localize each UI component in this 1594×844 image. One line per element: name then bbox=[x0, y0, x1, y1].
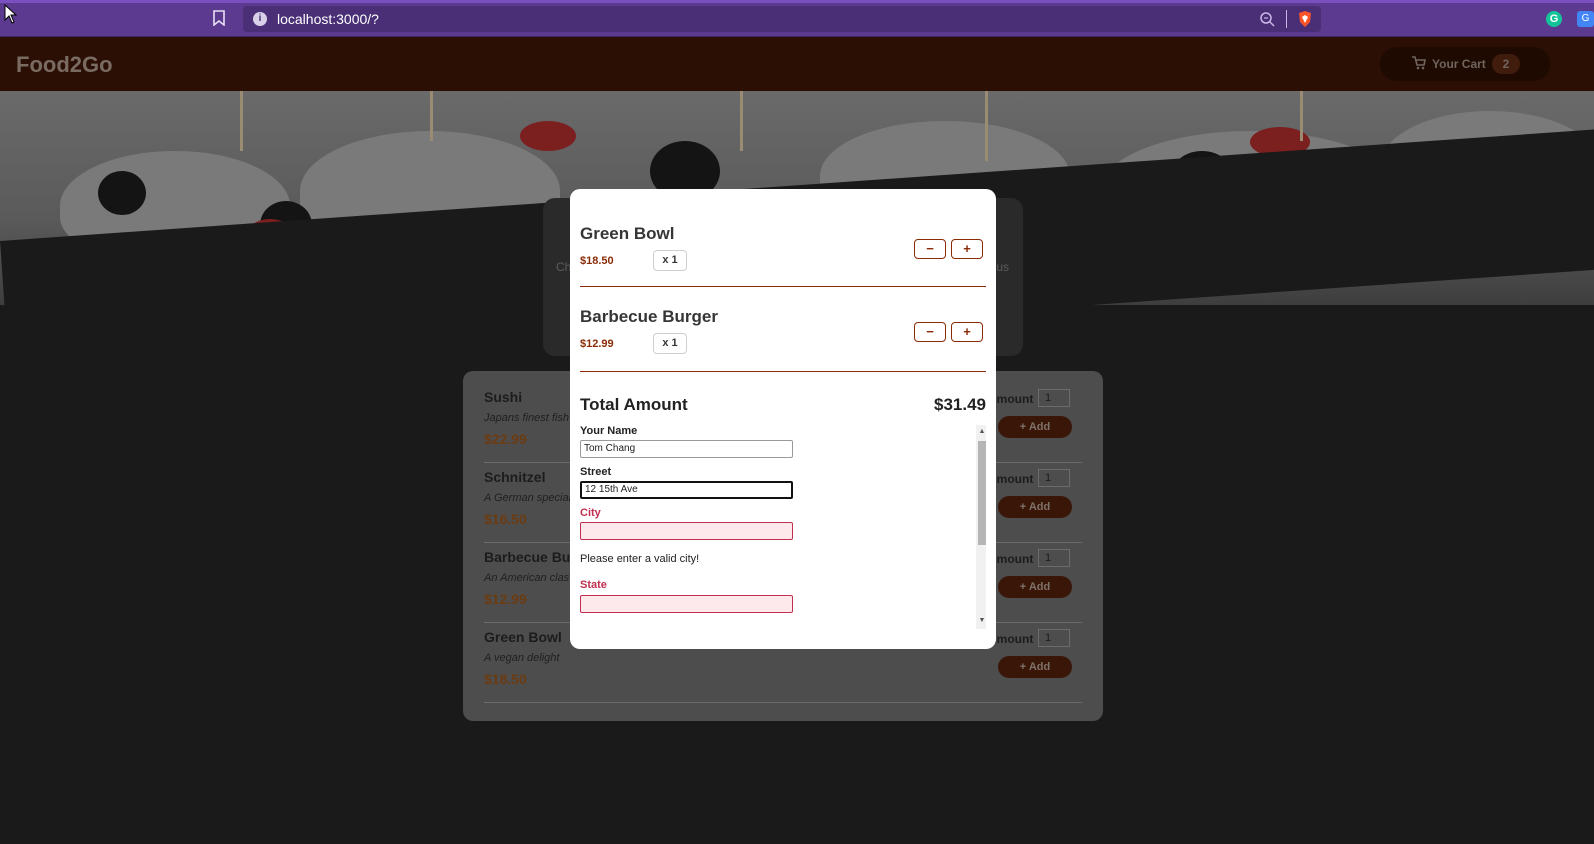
cart-item-price: $12.99 bbox=[580, 338, 614, 350]
form-scrollbar[interactable]: ▲ ▼ bbox=[976, 425, 986, 629]
cart-item-price: $18.50 bbox=[580, 255, 614, 267]
meal-description: A vegan delight bbox=[484, 652, 560, 664]
scroll-up-arrow-icon[interactable]: ▲ bbox=[978, 428, 986, 436]
add-button[interactable]: + Add bbox=[998, 496, 1072, 518]
cart-item-quantity: x 1 bbox=[653, 333, 687, 354]
scroll-down-arrow-icon[interactable]: ▼ bbox=[978, 617, 986, 625]
mouse-cursor-icon bbox=[4, 4, 18, 24]
increase-button[interactable]: + bbox=[951, 322, 983, 342]
hero-toothpick bbox=[240, 91, 243, 151]
name-field[interactable]: Tom Chang bbox=[580, 440, 793, 458]
street-label: Street bbox=[580, 466, 612, 478]
cart-item-quantity: x 1 bbox=[653, 250, 687, 271]
meal-name: Schnitzel bbox=[484, 469, 546, 485]
site-info-icon[interactable]: i bbox=[253, 12, 267, 26]
grammarly-extension-icon[interactable]: G bbox=[1546, 11, 1562, 27]
cart-button[interactable]: Your Cart 2 bbox=[1380, 47, 1550, 81]
cart-item-name: Green Bowl bbox=[580, 224, 675, 243]
amount-input[interactable]: 1 bbox=[1038, 389, 1070, 407]
decrease-button[interactable]: − bbox=[914, 239, 946, 259]
amount-input[interactable]: 1 bbox=[1038, 629, 1070, 647]
address-bar[interactable]: i localhost:3000/? bbox=[243, 6, 1321, 32]
state-label: State bbox=[580, 579, 607, 591]
hero-tomato bbox=[520, 121, 576, 151]
cart-icon bbox=[1412, 56, 1426, 70]
meal-price: $18.50 bbox=[484, 671, 527, 687]
zoom-icon[interactable] bbox=[1259, 11, 1275, 27]
cart-count-badge: 2 bbox=[1492, 54, 1520, 74]
amount-input[interactable]: 1 bbox=[1038, 469, 1070, 487]
browser-toolbar: i localhost:3000/? G G bbox=[0, 0, 1594, 37]
meal-price: $22.99 bbox=[484, 431, 527, 447]
street-field[interactable]: 12 15th Ave bbox=[580, 481, 793, 499]
translate-extension-icon[interactable]: G bbox=[1577, 11, 1594, 27]
meal-description: A German special bbox=[484, 492, 572, 504]
app-header: Food2Go Your Cart 2 bbox=[0, 37, 1594, 91]
city-label: City bbox=[580, 507, 601, 519]
total-amount-value: $31.49 bbox=[934, 395, 986, 414]
url-text[interactable]: localhost:3000/? bbox=[277, 10, 379, 28]
hero-toothpick bbox=[430, 91, 433, 141]
app-logo: Food2Go bbox=[16, 52, 113, 77]
tab-strip bbox=[0, 0, 1594, 3]
meal-name: Barbecue Bur bbox=[484, 549, 576, 565]
toolbar-separator bbox=[1286, 10, 1287, 28]
cart-item: Barbecue Burger $12.99 x 1 − + bbox=[580, 287, 986, 372]
add-button[interactable]: + Add bbox=[998, 656, 1072, 678]
cart-item-name: Barbecue Burger bbox=[580, 307, 718, 326]
meal-price: $12.99 bbox=[484, 591, 527, 607]
city-error-message: Please enter a valid city! bbox=[580, 553, 700, 565]
hero-olive bbox=[98, 171, 146, 215]
state-field[interactable] bbox=[580, 595, 793, 613]
amount-input[interactable]: 1 bbox=[1038, 549, 1070, 567]
city-field[interactable] bbox=[580, 522, 793, 540]
decrease-button[interactable]: − bbox=[914, 322, 946, 342]
total-amount-label: Total Amount bbox=[580, 395, 688, 414]
add-button[interactable]: + Add bbox=[998, 576, 1072, 598]
hero-toothpick bbox=[1300, 91, 1303, 141]
cart-modal: Green Bowl $18.50 x 1 − + Barbecue Burge… bbox=[570, 189, 996, 649]
increase-button[interactable]: + bbox=[951, 239, 983, 259]
meal-price: $16.50 bbox=[484, 511, 527, 527]
cart-label: Your Cart bbox=[1432, 57, 1486, 71]
add-button[interactable]: + Add bbox=[998, 416, 1072, 438]
brave-shield-icon[interactable] bbox=[1297, 10, 1313, 28]
meal-description: An American clas bbox=[484, 572, 570, 584]
cart-item: Green Bowl $18.50 x 1 − + bbox=[580, 189, 986, 287]
meal-name: Sushi bbox=[484, 389, 523, 405]
checkout-form[interactable]: Your Name Tom Chang Street 12 15th Ave C… bbox=[580, 425, 986, 629]
meal-name: Green Bowl bbox=[484, 629, 562, 645]
bookmark-icon[interactable] bbox=[212, 10, 226, 26]
hero-toothpick bbox=[740, 91, 743, 151]
name-label: Your Name bbox=[580, 425, 638, 437]
meal-description: Japans finest fish bbox=[484, 412, 569, 424]
hero-toothpick bbox=[985, 91, 988, 161]
scrollbar-thumb[interactable] bbox=[978, 441, 986, 545]
